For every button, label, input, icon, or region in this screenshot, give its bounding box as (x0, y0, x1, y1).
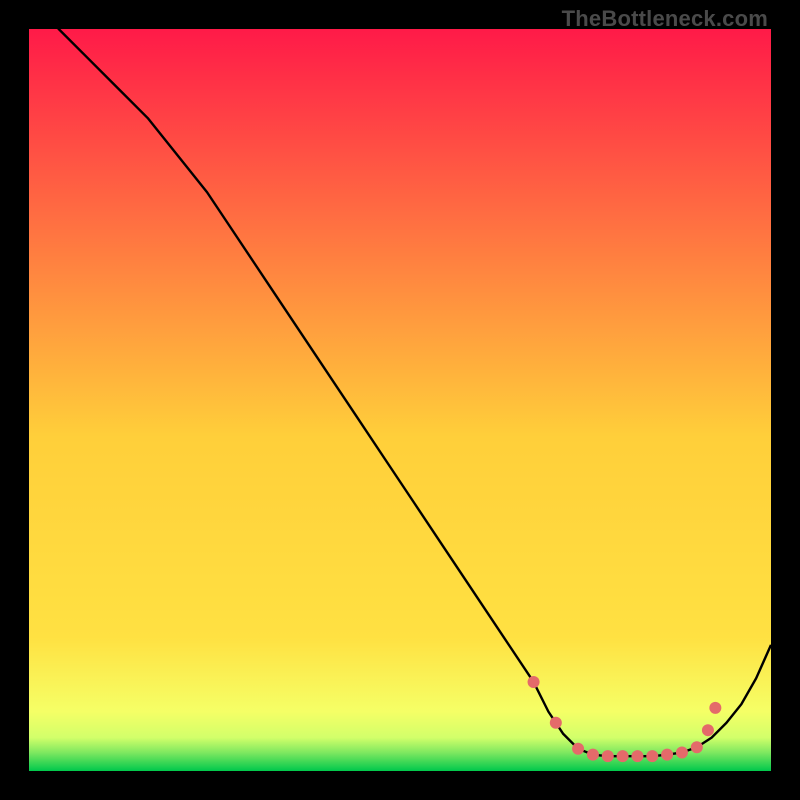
highlight-marker (631, 750, 643, 762)
highlight-marker (602, 750, 614, 762)
highlight-marker (702, 724, 714, 736)
gradient-background (29, 29, 771, 771)
highlight-marker (691, 741, 703, 753)
highlight-marker (709, 702, 721, 714)
chart-frame (29, 29, 771, 771)
highlight-marker (676, 746, 688, 758)
highlight-marker (617, 750, 629, 762)
highlight-marker (587, 749, 599, 761)
highlight-marker (528, 676, 540, 688)
chart-plot-svg (29, 29, 771, 771)
highlight-marker (661, 749, 673, 761)
highlight-marker (646, 750, 658, 762)
highlight-marker (572, 743, 584, 755)
highlight-marker (550, 717, 562, 729)
